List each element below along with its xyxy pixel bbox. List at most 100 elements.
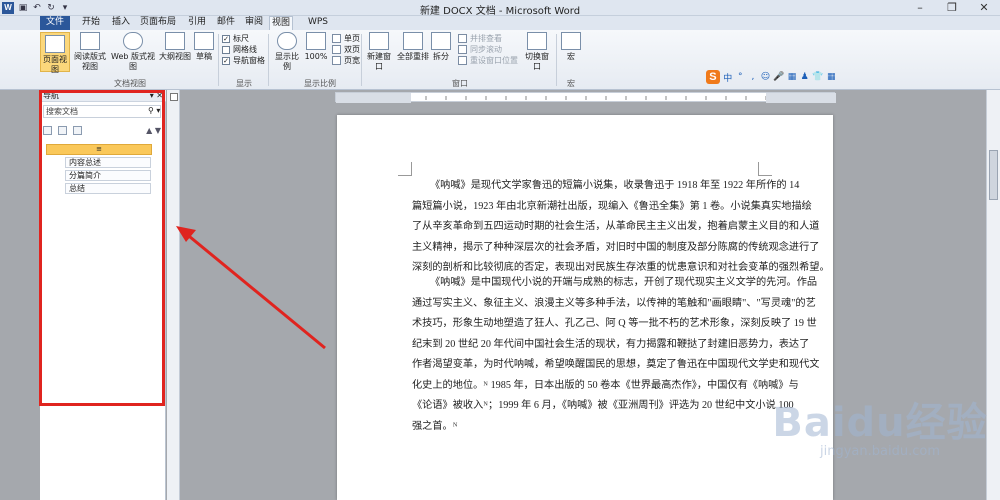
- reset-window-icon: [458, 56, 467, 65]
- ime-item[interactable]: ▦: [826, 72, 836, 82]
- split-icon: [431, 32, 451, 50]
- ime-item[interactable]: °: [736, 72, 746, 82]
- checked-icon: ✓: [222, 34, 230, 43]
- text-line: 《呐喊》是现代文学家鲁迅的短篇小说集，收录鲁迅于 1918 年至 1922 年所…: [430, 180, 800, 191]
- ime-toolbar: S 中 ° , ☺ 🎤 ▦ ♟ 👕 ▦: [706, 70, 836, 84]
- text-line: 篇短篇小说，1923 年由北京新潮社出版，现编入《鲁迅全集》第 1 卷。小说集真…: [412, 200, 812, 212]
- group-separator: [361, 34, 362, 86]
- tab-home[interactable]: 开始: [78, 16, 104, 30]
- hundred-percent-icon: [306, 32, 326, 50]
- ime-item[interactable]: ▦: [787, 72, 797, 82]
- ruler-checkbox[interactable]: ✓ 标尺: [222, 33, 265, 44]
- split-button[interactable]: 拆分: [430, 32, 452, 62]
- horizontal-ruler[interactable]: [335, 92, 836, 103]
- window-list: 并排查看 同步滚动 重设窗口位置: [458, 33, 518, 66]
- ime-item[interactable]: ♟: [800, 72, 810, 82]
- group-separator: [268, 34, 269, 86]
- page-view-icon: [45, 35, 65, 53]
- ruler-ticks: [336, 93, 836, 103]
- ime-item[interactable]: ☺: [761, 72, 771, 82]
- window-controls: – ❐ ✕: [904, 0, 1000, 16]
- vertical-ruler: [167, 90, 180, 500]
- new-window-button[interactable]: 新建窗口: [364, 32, 394, 72]
- reading-layout-button[interactable]: 阅读版式视图: [72, 32, 108, 72]
- group-label-show: 显示: [236, 79, 252, 88]
- title-bar: W ▣ ↶ ↻ ▾ 新建 DOCX 文档 - Microsoft Word – …: [0, 0, 1000, 17]
- arrow-line: [183, 230, 326, 350]
- ribbon: 页面视图 阅读版式视图 Web 版式视图 大纲视图 草稿 文档视图 ✓ 标尺 网格…: [0, 30, 1000, 90]
- text-line: 作者渴望变革，为时代呐喊，希望唤醒国民的思想，奠定了鲁迅在中国现代文学史和现代文: [412, 359, 820, 370]
- baidu-watermark: Baidu经验 jingyan.baidu.com: [770, 390, 990, 480]
- watermark-logo: Baidu经验: [772, 400, 988, 446]
- arrange-all-button[interactable]: 全部重排: [396, 32, 430, 62]
- one-page-icon: [332, 34, 341, 43]
- ime-item[interactable]: 👕: [812, 72, 823, 82]
- margin-corner-mark: [398, 162, 412, 176]
- side-by-side-icon: [458, 34, 467, 43]
- group-label-doc-views: 文档视图: [114, 79, 146, 88]
- macro-icon: [561, 32, 581, 50]
- tab-references[interactable]: 引用: [184, 16, 210, 30]
- draft-icon: [194, 32, 214, 50]
- switch-window-button[interactable]: 切换窗口: [522, 32, 552, 72]
- print-layout-button[interactable]: 页面视图: [40, 32, 70, 74]
- maximize-icon[interactable]: ❐: [936, 0, 968, 16]
- group-label-macro: 宏: [567, 79, 575, 88]
- tab-selector-icon[interactable]: [170, 93, 178, 101]
- sync-scroll-icon: [458, 45, 467, 54]
- checked-icon: ✓: [222, 56, 230, 65]
- outline-icon: [165, 32, 185, 50]
- ribbon-tabs: 文件 开始 插入 页面布局 引用 邮件 审阅 视图 WPS PDF: [0, 16, 1000, 40]
- arrange-icon: [403, 32, 423, 50]
- sync-scroll-button[interactable]: 同步滚动: [458, 44, 518, 55]
- tab-page-layout[interactable]: 页面布局: [138, 16, 178, 30]
- nav-pane-checkbox[interactable]: ✓ 导航窗格: [222, 55, 265, 66]
- two-pages-button[interactable]: 双页: [332, 44, 360, 55]
- paragraph-2: 《呐喊》是中国现代小说的开端与成熟的标志，开创了现代现实主义文学的先河。作品 通…: [412, 273, 820, 437]
- sogou-logo-icon[interactable]: S: [706, 70, 720, 84]
- text-line: 主义精神，揭示了种种深层次的社会矛盾，对旧时中国的制度及部分陈腐的传统观念进行了: [412, 241, 820, 253]
- group-label-zoom: 显示比例: [304, 79, 336, 88]
- show-group: ✓ 标尺 网格线 ✓ 导航窗格: [222, 33, 265, 66]
- tab-insert[interactable]: 插入: [108, 16, 134, 30]
- ime-item[interactable]: 中: [723, 71, 733, 84]
- tab-wps-pdf[interactable]: WPS PDF: [298, 16, 338, 40]
- unchecked-icon: [222, 45, 230, 54]
- zoom-100-button[interactable]: 100%: [303, 32, 329, 62]
- margin-corner-mark: [758, 162, 772, 176]
- tab-mailings[interactable]: 邮件: [213, 16, 239, 30]
- text-line: 术技巧，形象生动地塑造了狂人、孔乙己、阿 Q 等一批不朽的艺术形象，深刻反映了 …: [412, 318, 817, 329]
- close-icon[interactable]: ✕: [968, 0, 1000, 16]
- gridlines-checkbox[interactable]: 网格线: [222, 44, 265, 55]
- text-line: 化史上的地位。ᴺ 1985 年，日本出版的 50 卷本《世界最高杰作》，中国仅有…: [412, 379, 799, 391]
- scrollbar-thumb[interactable]: [989, 150, 998, 200]
- one-page-button[interactable]: 单页: [332, 33, 360, 44]
- ime-item[interactable]: 🎤: [773, 72, 784, 82]
- side-by-side-button[interactable]: 并排查看: [458, 33, 518, 44]
- page-zoom-list: 单页 双页 页宽: [332, 33, 360, 66]
- zoom-button[interactable]: 显示比例: [272, 32, 302, 72]
- text-line: 通过写实主义、象征主义、浪漫主义等多种手法，以传神的笔触和"画眼睛"、"写灵魂"…: [412, 297, 816, 309]
- draft-button[interactable]: 草稿: [193, 32, 215, 62]
- text-line: 《呐喊》是中国现代小说的开端与成熟的标志，开创了现代现实主义文学的先河。作品: [430, 277, 818, 288]
- group-separator: [556, 34, 557, 86]
- tab-review[interactable]: 审阅: [241, 16, 267, 30]
- reset-window-button[interactable]: 重设窗口位置: [458, 55, 518, 66]
- highlight-box: [39, 90, 165, 406]
- text-line: 《论语》被收入ᴺ；1999 年 6 月，《呐喊》被《亚洲周刊》评选为 20 世纪…: [412, 400, 794, 411]
- group-separator: [218, 34, 219, 86]
- tab-file[interactable]: 文件: [40, 16, 70, 30]
- window-title: 新建 DOCX 文档 - Microsoft Word: [419, 6, 581, 17]
- ime-item[interactable]: ,: [748, 72, 758, 82]
- macros-button[interactable]: 宏: [560, 32, 582, 62]
- web-layout-button[interactable]: Web 版式视图: [110, 32, 156, 72]
- reading-view-icon: [80, 32, 100, 50]
- outline-button[interactable]: 大纲视图: [158, 32, 192, 62]
- magnifier-icon: [277, 32, 297, 50]
- page-width-button[interactable]: 页宽: [332, 55, 360, 66]
- text-line: 纪末到 20 世纪 20 年代间中国社会生活的现状，有力揭露和鞭挞了封建旧恶势力…: [412, 338, 810, 350]
- text-line: 了从辛亥革命到五四运动时期的社会生活，从革命民主主义出发，抱着启蒙主义目的和人道: [412, 221, 820, 232]
- tab-view[interactable]: 视图: [269, 16, 293, 30]
- minimize-icon[interactable]: –: [904, 0, 936, 16]
- text-line: 强之首。ᴺ: [412, 420, 458, 432]
